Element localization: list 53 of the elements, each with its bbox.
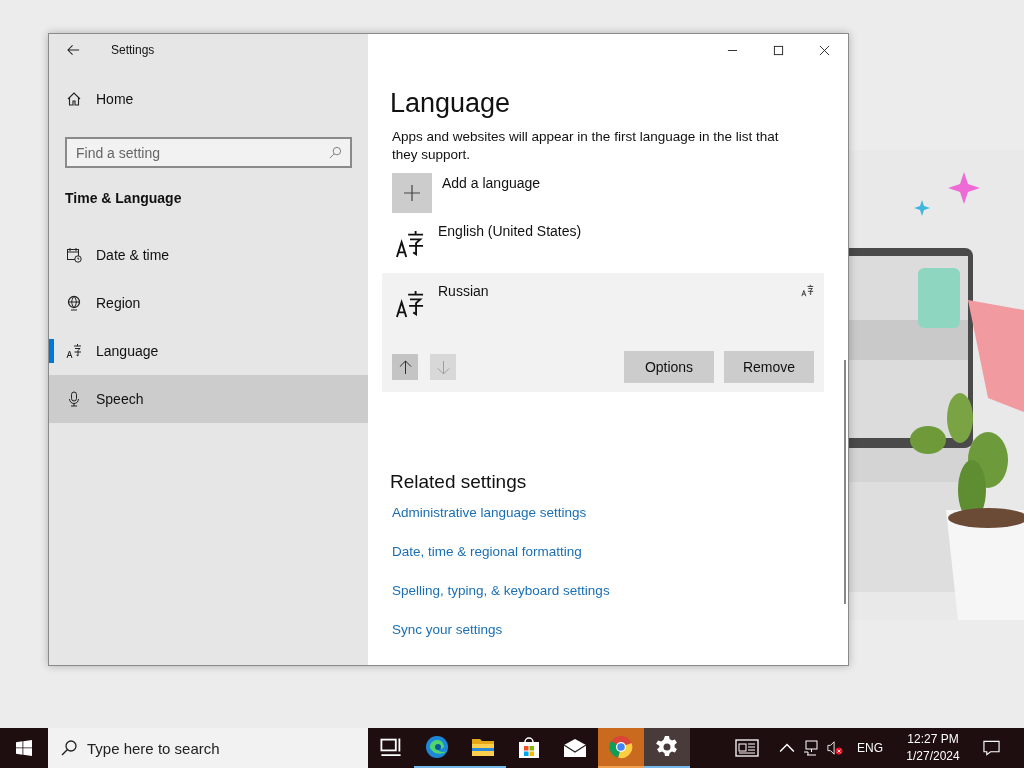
- chrome-icon: [609, 735, 633, 759]
- sidebar-item[interactable]: Date & time: [49, 231, 368, 279]
- description-text: Apps and websites will appear in the first language in the list that they support.: [392, 128, 780, 164]
- home-icon: [66, 91, 82, 107]
- settings-link[interactable]: Spelling, typing, & keyboard settings: [392, 583, 610, 614]
- settings-icon: [655, 735, 679, 759]
- scrollbar[interactable]: [844, 360, 846, 604]
- language-name: Russian: [438, 283, 490, 299]
- edge-icon: [425, 735, 449, 759]
- language-name: English (United States): [438, 223, 583, 239]
- remove-button[interactable]: Remove: [724, 351, 814, 383]
- search-icon: [329, 146, 342, 159]
- add-language-label[interactable]: Add a language: [442, 175, 541, 191]
- options-button[interactable]: Options: [624, 351, 714, 383]
- globe-icon: [66, 295, 82, 311]
- section-heading: Time & Language: [64, 189, 183, 208]
- language-icon: [396, 290, 424, 318]
- down-arrow-icon: [436, 359, 450, 375]
- settings-link[interactable]: Sync your settings: [392, 622, 503, 653]
- home-link[interactable]: Home: [49, 75, 368, 123]
- network-icon[interactable]: [803, 740, 819, 756]
- settings-link[interactable]: Administrative language settings: [392, 505, 587, 536]
- up-arrow-icon: [398, 359, 412, 375]
- back-icon[interactable]: [67, 44, 80, 56]
- sidebar-item[interactable]: Region: [49, 279, 368, 327]
- input-language-indicator[interactable]: ENG: [857, 741, 883, 755]
- list-row[interactable]: English (United States): [382, 213, 824, 273]
- maximize-icon[interactable]: [773, 44, 784, 56]
- taskbar-app[interactable]: [644, 728, 690, 768]
- settings-link[interactable]: Date, time & regional formatting: [392, 544, 582, 575]
- news-icon[interactable]: [735, 739, 759, 757]
- sidebar-item[interactable]: Speech: [49, 375, 368, 423]
- section-heading: Related settings: [390, 471, 527, 494]
- taskbar-search-field[interactable]: Type here to search: [48, 728, 368, 768]
- mail-icon: [563, 736, 587, 760]
- list-row[interactable]: Russian Options Remove: [382, 273, 824, 392]
- store-bag-icon: [517, 736, 541, 760]
- sidebar-item[interactable]: Language: [49, 327, 368, 375]
- windows-logo-icon: [16, 740, 32, 756]
- move-up-button[interactable]: [392, 354, 418, 380]
- clock[interactable]: 12:27 PM 1/27/2024: [893, 731, 973, 765]
- window-title: Settings: [111, 43, 155, 57]
- notifications-icon[interactable]: [983, 740, 1000, 756]
- search-icon: [61, 740, 77, 756]
- microphone-icon: [66, 391, 82, 407]
- language-icon: [66, 343, 82, 359]
- page-title: Language: [390, 88, 511, 120]
- volume-icon[interactable]: [827, 740, 843, 756]
- language-icon: [396, 230, 424, 258]
- close-icon[interactable]: [819, 44, 830, 56]
- plus-icon: [403, 184, 421, 202]
- calendar-icon: [66, 247, 82, 263]
- search-field[interactable]: Find a setting: [65, 137, 352, 168]
